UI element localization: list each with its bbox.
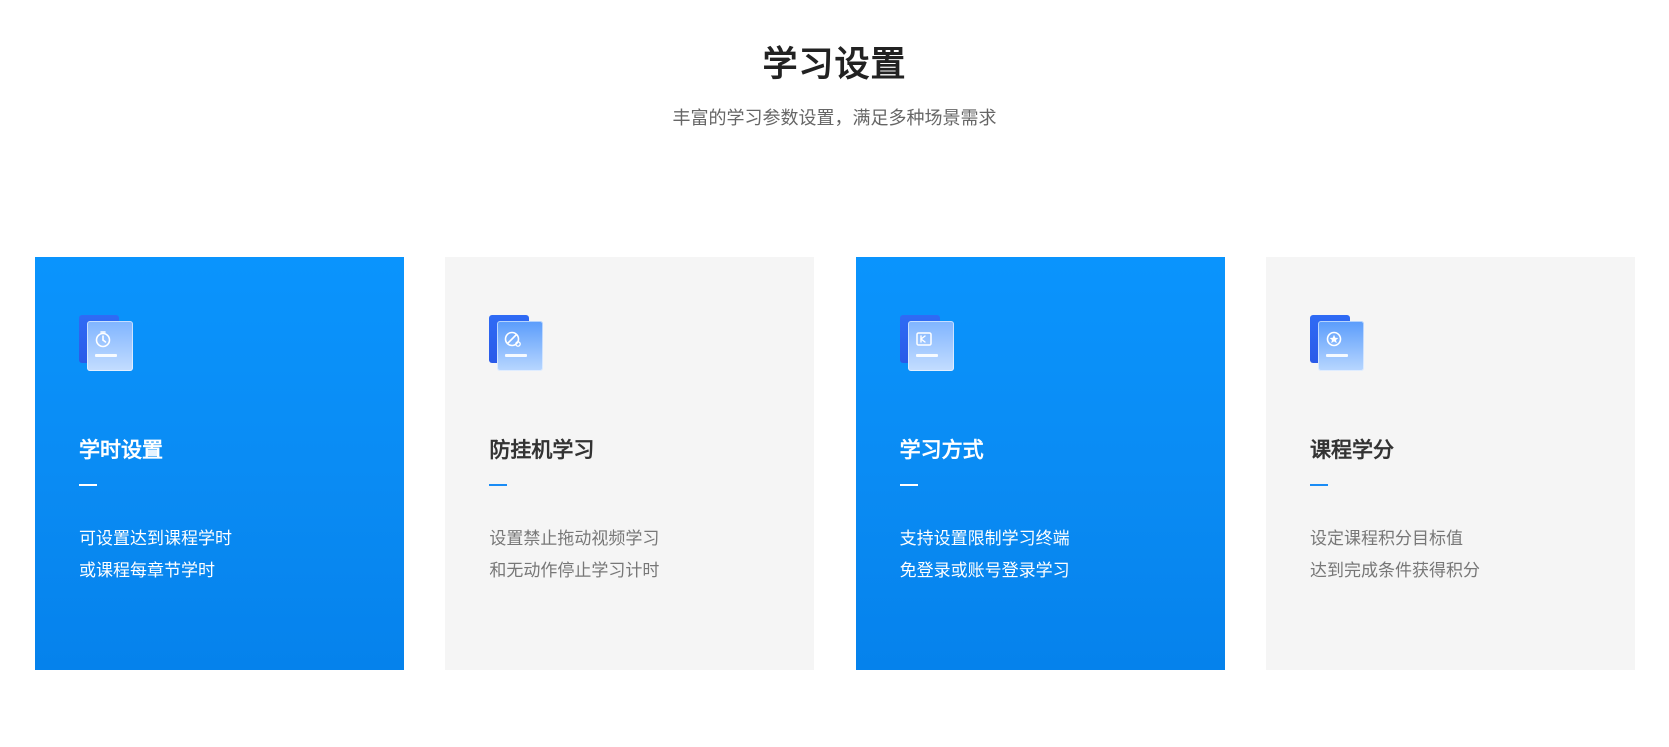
section-title: 学习设置	[762, 45, 907, 85]
feature-card-title: 课程学分	[1309, 438, 1394, 462]
feature-card-description: 支持设置限制学习终端 免登录或账号登录学习	[900, 523, 1225, 587]
feature-card-description: 可设置达到课程学时 或课程每章节学时	[79, 523, 404, 587]
feature-card-description: 设置禁止拖动视频学习 和无动作停止学习计时	[489, 523, 814, 587]
title-divider	[1309, 484, 1328, 486]
feature-cards: 学时设置 可设置达到课程学时 或课程每章节学时 防挂机学习 设置禁止拖动视频学习…	[35, 257, 1635, 670]
description-line: 可设置达到课程学时	[79, 529, 232, 549]
feature-card-course-credits[interactable]: 课程学分 设定课程积分目标值 达到完成条件获得积分	[1265, 257, 1635, 670]
anti-idle-icon	[489, 315, 545, 373]
description-line: 免登录或账号登录学习	[899, 561, 1070, 581]
feature-card-title: 防挂机学习	[489, 438, 595, 462]
title-divider	[79, 484, 97, 486]
login-terminal-icon	[899, 315, 956, 373]
feature-card-title: 学时设置	[79, 438, 163, 462]
description-line: 设置禁止拖动视频学习	[489, 529, 660, 549]
feature-card-study-mode[interactable]: 学习方式 支持设置限制学习终端 免登录或账号登录学习	[855, 257, 1225, 670]
feature-card-study-hours[interactable]: 学时设置 可设置达到课程学时 或课程每章节学时	[35, 257, 404, 670]
description-line: 达到完成条件获得积分	[1309, 561, 1480, 581]
title-divider	[899, 484, 918, 486]
title-divider	[489, 484, 508, 486]
description-line: 和无动作停止学习计时	[489, 561, 660, 581]
description-line: 设定课程积分目标值	[1309, 529, 1463, 549]
section-header: 学习设置 丰富的学习参数设置，满足多种场景需求	[0, 40, 1669, 132]
section-subtitle: 丰富的学习参数设置，满足多种场景需求	[672, 108, 997, 129]
credit-star-icon	[1309, 315, 1366, 373]
description-line: 或课程每章节学时	[79, 561, 215, 581]
feature-card-description: 设定课程积分目标值 达到完成条件获得积分	[1310, 523, 1635, 587]
feature-card-title: 学习方式	[899, 438, 984, 462]
timer-icon	[79, 315, 135, 373]
feature-card-anti-idle[interactable]: 防挂机学习 设置禁止拖动视频学习 和无动作停止学习计时	[445, 257, 815, 670]
description-line: 支持设置限制学习终端	[899, 529, 1070, 549]
